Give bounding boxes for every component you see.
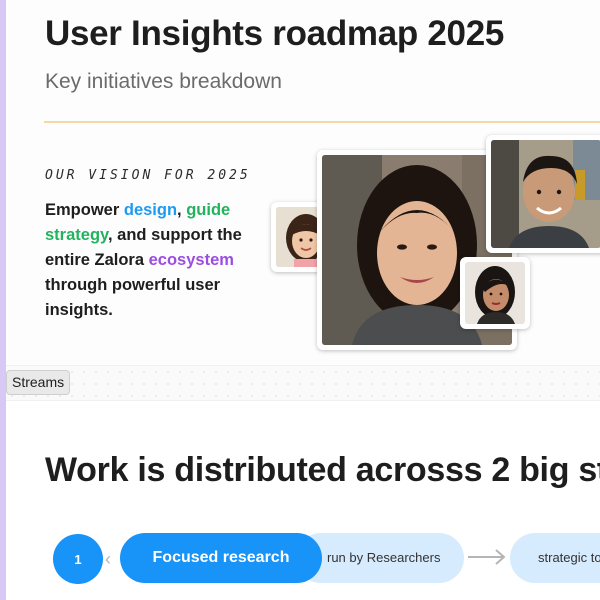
page-subtitle: Key initiatives breakdown bbox=[45, 70, 282, 93]
vision-text-part: , bbox=[177, 201, 187, 219]
young-woman-portrait-image bbox=[465, 262, 525, 324]
page-title: User Insights roadmap 2025 bbox=[45, 14, 505, 53]
vision-label: OUR VISION FOR 2025 bbox=[45, 168, 251, 183]
divider-line bbox=[44, 121, 600, 123]
section-band bbox=[6, 365, 600, 401]
section-chip-streams[interactable]: Streams bbox=[6, 370, 71, 395]
arrow-right-icon bbox=[468, 549, 506, 565]
photo-man[interactable] bbox=[486, 135, 600, 253]
arrow-left-icon: ‹ bbox=[105, 549, 111, 569]
vision-text-part: Empower bbox=[45, 201, 124, 219]
vision-statement: Empower design, guide strategy, and supp… bbox=[45, 198, 265, 323]
step-number-badge: 1 bbox=[53, 534, 103, 584]
man-portrait-image bbox=[491, 140, 600, 248]
vision-text-part: through powerful user insights. bbox=[45, 276, 221, 319]
board-canvas: User Insights roadmap 2025 Key initiativ… bbox=[6, 0, 600, 600]
vision-highlight-ecosystem: ecosystem bbox=[148, 251, 234, 269]
focused-research-pill[interactable]: Focused research bbox=[120, 533, 322, 583]
section-headline: Work is distributed acrosss 2 big str bbox=[45, 451, 600, 489]
next-stream-label: strategic to bbox=[538, 550, 600, 565]
photo-young-woman[interactable] bbox=[460, 257, 530, 329]
vision-highlight-design: design bbox=[123, 201, 178, 219]
secondary-pill-label: run by Researchers bbox=[327, 550, 441, 565]
